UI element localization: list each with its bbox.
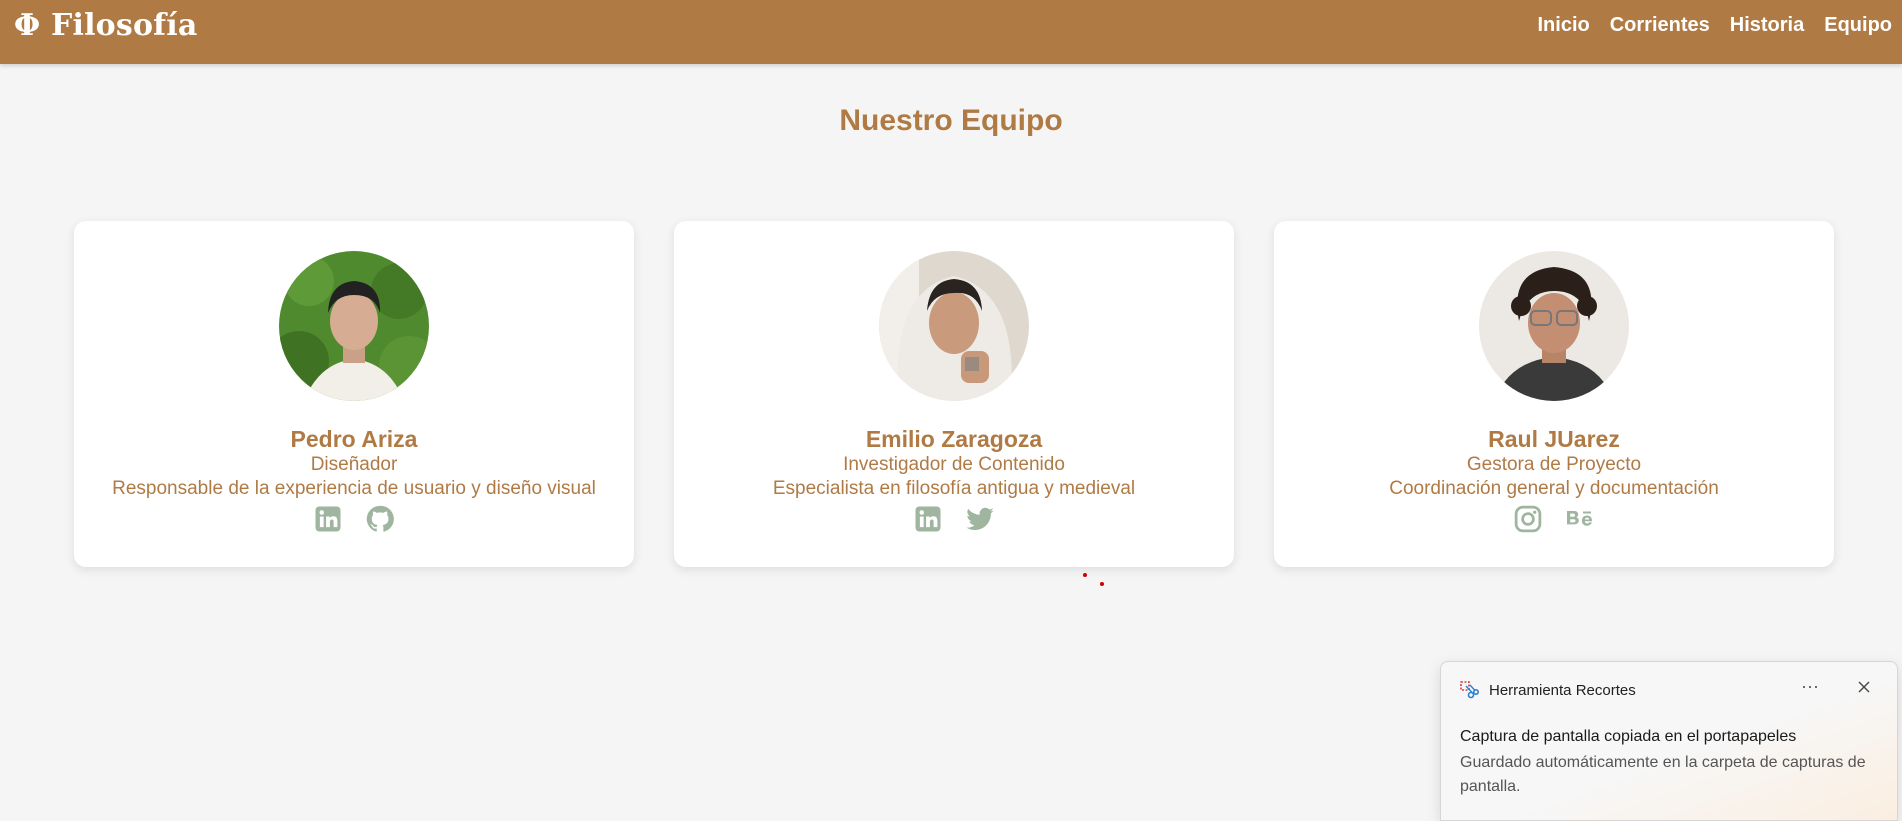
- red-dot: [1100, 582, 1104, 586]
- social-links: [674, 504, 1234, 534]
- behance-icon[interactable]: [1565, 504, 1595, 534]
- section-title: Nuestro Equipo: [0, 104, 1902, 138]
- nav-link-historia[interactable]: Historia: [1720, 14, 1814, 37]
- social-links: [1274, 504, 1834, 534]
- team-card-emilio: Emilio Zaragoza Investigador de Contenid…: [674, 221, 1234, 567]
- member-name: Raul JUarez: [1274, 426, 1834, 453]
- team-card-pedro: Pedro Ariza Diseñador Responsable de la …: [74, 221, 634, 567]
- member-role: Gestora de Proyecto: [1274, 454, 1834, 476]
- red-dot: [1083, 573, 1087, 577]
- close-icon[interactable]: [1853, 676, 1875, 698]
- member-name: Pedro Ariza: [74, 426, 634, 453]
- avatar: [1479, 251, 1629, 401]
- member-role: Investigador de Contenido: [674, 454, 1234, 476]
- member-description: Especialista en filosofía antigua y medi…: [674, 478, 1234, 500]
- linkedin-icon[interactable]: [913, 504, 943, 534]
- member-role: Diseñador: [74, 454, 634, 476]
- nav-link-corrientes[interactable]: Corrientes: [1600, 14, 1720, 37]
- nav-link-inicio[interactable]: Inicio: [1528, 14, 1600, 37]
- more-options-icon[interactable]: ···: [1801, 676, 1819, 697]
- brand-logo[interactable]: Φ Filosofía: [14, 8, 198, 43]
- social-links: [74, 504, 634, 534]
- github-icon[interactable]: [365, 504, 395, 534]
- nav-link-equipo[interactable]: Equipo: [1814, 14, 1902, 37]
- avatar: [279, 251, 429, 401]
- instagram-icon[interactable]: [1513, 504, 1543, 534]
- team-card-raul: Raul JUarez Gestora de Proyecto Coordina…: [1274, 221, 1834, 567]
- twitter-icon[interactable]: [965, 504, 995, 534]
- toast-app-header: Herramienta Recortes: [1459, 680, 1636, 700]
- member-description: Coordinación general y documentación: [1274, 478, 1834, 500]
- member-description: Responsable de la experiencia de usuario…: [74, 478, 634, 500]
- navbar: Φ Filosofía Inicio Corrientes Historia E…: [0, 0, 1902, 64]
- snipping-tool-icon: [1459, 680, 1479, 700]
- member-name: Emilio Zaragoza: [674, 426, 1234, 453]
- snipping-tool-notification[interactable]: Herramienta Recortes ··· Captura de pant…: [1440, 661, 1898, 821]
- avatar: [879, 251, 1029, 401]
- toast-app-name: Herramienta Recortes: [1489, 682, 1636, 699]
- nav-links: Inicio Corrientes Historia Equipo: [1528, 14, 1902, 37]
- linkedin-icon[interactable]: [313, 504, 343, 534]
- toast-body: Guardado automáticamente en la carpeta d…: [1460, 751, 1880, 799]
- toast-title: Captura de pantalla copiada en el portap…: [1460, 728, 1796, 746]
